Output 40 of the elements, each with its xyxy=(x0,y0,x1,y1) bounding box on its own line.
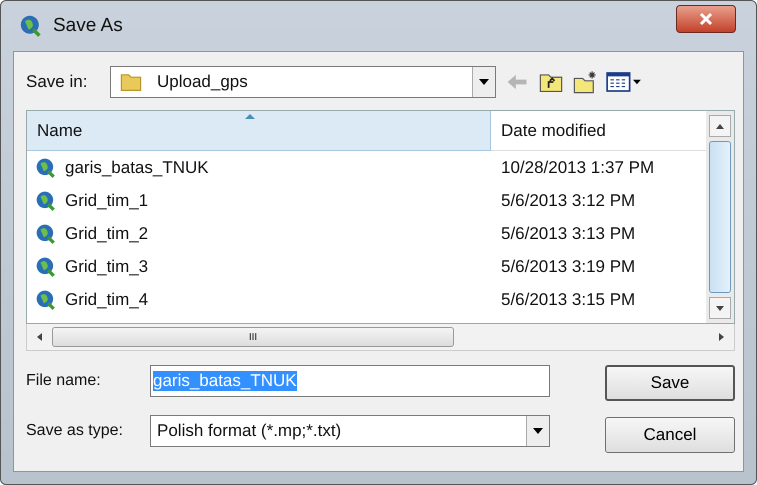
scroll-thumb[interactable] xyxy=(709,141,731,293)
scroll-thumb[interactable]: III xyxy=(52,327,454,347)
view-menu-icon[interactable] xyxy=(606,69,642,95)
date-cell-text: 5/6/2013 3:19 PM xyxy=(500,256,636,276)
date-cell-text: 5/6/2013 3:15 PM xyxy=(500,290,636,310)
file-item[interactable]: Grid_tim_1 xyxy=(27,190,491,212)
file-item[interactable]: Grid_tim_4 xyxy=(27,288,491,310)
globe-icon xyxy=(35,288,57,310)
save-button[interactable]: Save xyxy=(605,365,735,401)
cancel-button[interactable]: Cancel xyxy=(605,417,735,453)
sort-arrow-icon xyxy=(245,114,255,119)
scroll-right-icon[interactable] xyxy=(719,333,724,341)
globe-icon xyxy=(35,156,57,178)
file-type-dropdown[interactable]: Polish format (*.mp;*.txt) xyxy=(150,415,550,447)
down-arrow-icon xyxy=(716,306,724,310)
window-title: Save As xyxy=(53,15,124,37)
scroll-down-button[interactable] xyxy=(709,297,731,319)
column-header[interactable]: Name xyxy=(27,111,491,151)
save-as-type-label: Save as type: xyxy=(26,422,124,440)
globe-icon xyxy=(35,190,57,212)
date-cell-text: 5/6/2013 3:12 PM xyxy=(500,190,636,210)
file-item[interactable]: Grid_tim_2 xyxy=(27,222,491,244)
save-in-label: Save in: xyxy=(26,72,88,92)
globe-icon xyxy=(35,222,57,244)
up-arrow-icon xyxy=(716,124,724,128)
close-icon xyxy=(699,12,713,26)
date-cell-text: 10/28/2013 1:37 PM xyxy=(500,158,656,178)
new-folder-icon[interactable] xyxy=(572,69,598,95)
close-button[interactable] xyxy=(676,5,736,33)
date-cell-text: 5/6/2013 3:13 PM xyxy=(500,224,636,244)
globe-icon xyxy=(19,14,43,38)
scroll-up-button[interactable] xyxy=(709,115,731,137)
folder-dropdown[interactable]: Upload_gps xyxy=(110,66,496,98)
scroll-left-icon[interactable] xyxy=(37,333,42,341)
file-item[interactable]: garis_batas_TNUK xyxy=(27,156,491,178)
horizontal-scrollbar[interactable]: III xyxy=(26,324,735,351)
file-item[interactable]: Grid_tim_3 xyxy=(27,256,491,278)
vertical-scrollbar[interactable] xyxy=(706,111,734,323)
globe-icon xyxy=(35,256,57,278)
file-name-label: File name: xyxy=(26,372,102,390)
